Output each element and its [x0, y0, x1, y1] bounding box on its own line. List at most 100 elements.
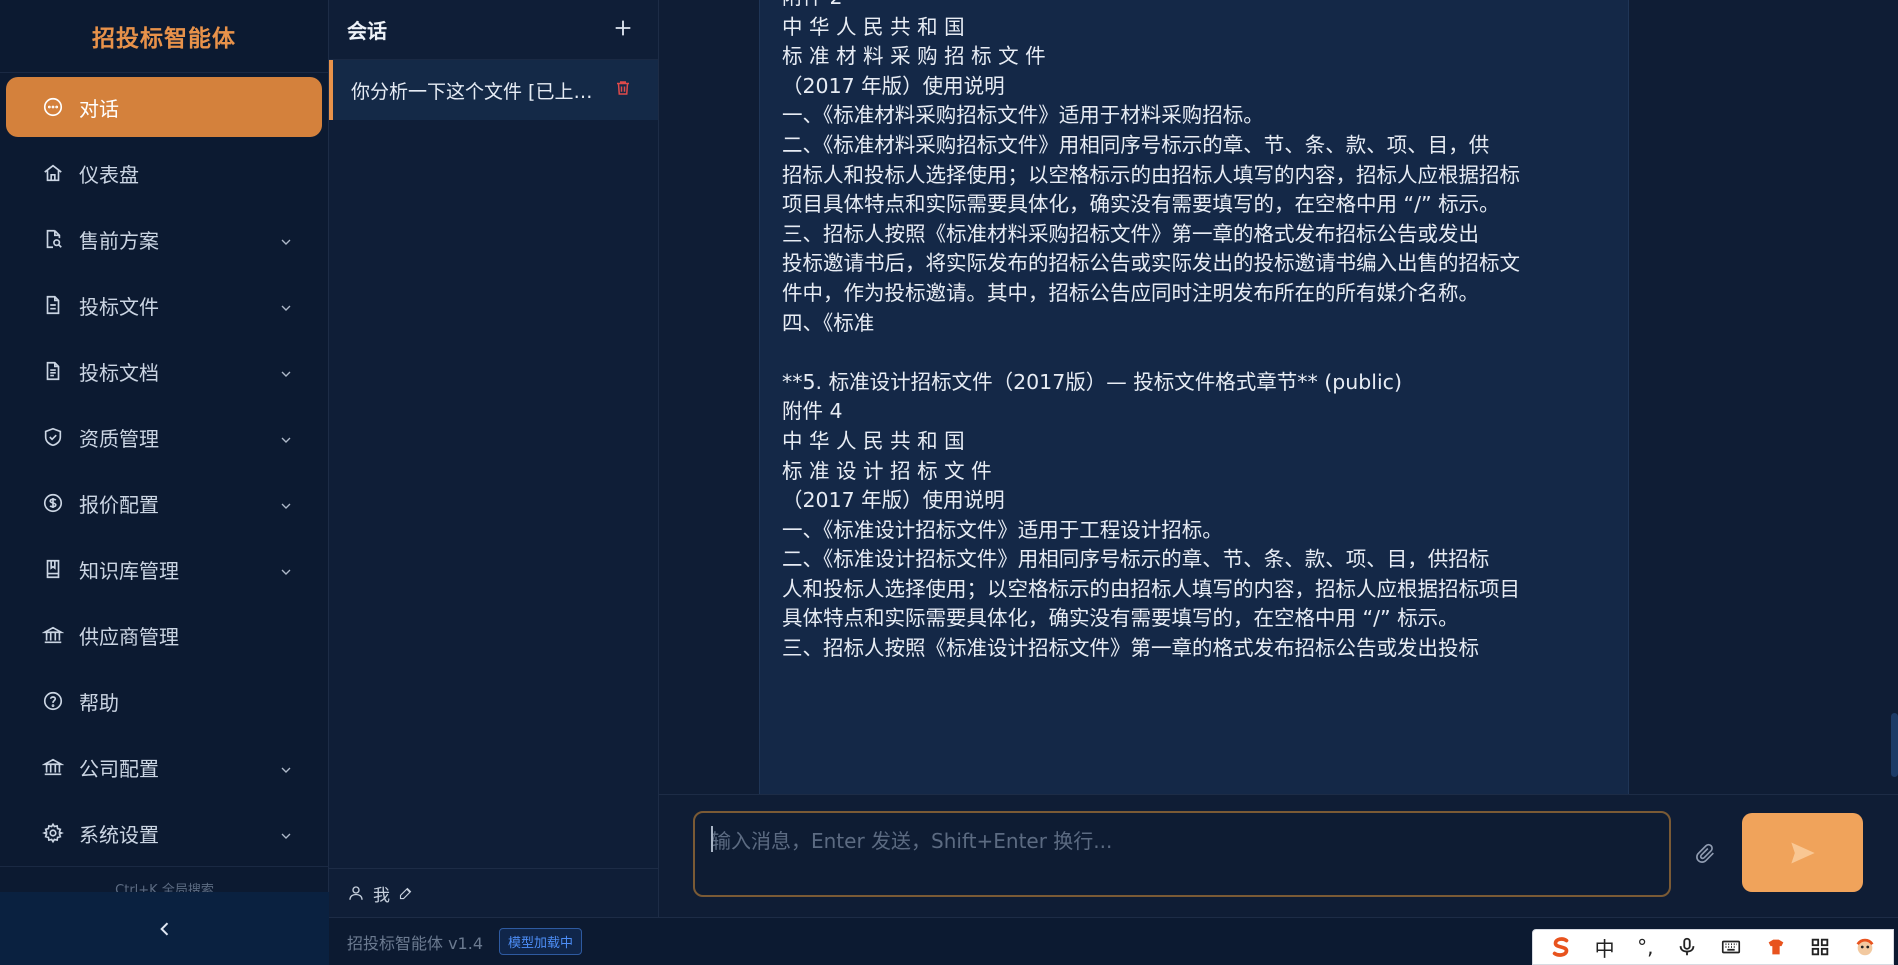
sidebar-item-9[interactable]: 帮助 [6, 671, 322, 731]
send-icon [1790, 842, 1815, 863]
send-button[interactable] [1742, 813, 1863, 892]
book-icon [41, 557, 65, 581]
chat-scrollbar[interactable] [1891, 713, 1898, 777]
plus-icon [615, 20, 631, 35]
skin-icon[interactable] [1765, 936, 1787, 958]
sidebar-item-label: 知识库管理 [79, 558, 179, 583]
edit-icon[interactable] [398, 886, 413, 901]
document-search-icon [41, 227, 65, 251]
brand-title: 招投标智能体 [0, 0, 328, 73]
message-line: 招标人和投标人选择使用；以空格标示的由招标人填写的内容，招标人应根据招标 [782, 162, 1520, 187]
conversation-panel: 会话 你分析一下这个文件 [已上传文件 我 [329, 0, 659, 917]
user-name: 我 [373, 885, 390, 906]
chat-icon [41, 95, 65, 119]
conversation-item[interactable]: 你分析一下这个文件 [已上传文件 [329, 60, 658, 120]
sidebar-nav: 对话仪表盘售前方案投标文件投标文档资质管理报价配置知识库管理供应商管理帮助公司配… [0, 73, 328, 863]
message-line: 二、《标准材料采购招标文件》用相同序号标示的章、节、条、款、项、目，供 [782, 132, 1490, 157]
message-line: 三、招标人按照《标准设计招标文件》第一章的格式发布招标公告或发出投标 [782, 636, 1479, 661]
shield-check-icon [41, 425, 65, 449]
paperclip-icon [1696, 843, 1714, 863]
sidebar-item-label: 报价配置 [79, 492, 159, 517]
message-line: 具体特点和实际需要具体化，确实没有需要填写的，在空格中用 “/” 标示。 [782, 606, 1459, 631]
chevron-down-icon [278, 231, 294, 247]
message-line: 一、《标准设计招标文件》适用于工程设计招标。 [782, 517, 1223, 542]
message-line: 件中，作为投标邀请。其中，招标公告应同时注明发布所在的所有媒介名称。 [782, 280, 1479, 305]
mascot-icon[interactable] [1854, 936, 1876, 958]
toolbox-grid-icon[interactable] [1809, 936, 1831, 958]
collapse-sidebar-button[interactable] [0, 892, 329, 965]
file-icon [41, 293, 65, 317]
bank-icon [41, 623, 65, 647]
chevron-down-icon [278, 495, 294, 511]
message-line [782, 335, 1582, 365]
message-input[interactable]: 输入消息，Enter 发送，Shift+Enter 换行... [693, 811, 1671, 897]
sidebar-item-5[interactable]: 资质管理 [6, 407, 322, 467]
microphone-icon[interactable] [1676, 936, 1698, 958]
delete-conversation-button[interactable] [614, 79, 632, 101]
sidebar-item-label: 对话 [79, 96, 119, 121]
message-line: 中 华 人 民 共 和 国 [782, 14, 965, 39]
attach-file-button[interactable] [1695, 843, 1719, 867]
chevron-down-icon [278, 363, 294, 379]
ime-mode-toggle[interactable]: 中 [1595, 933, 1615, 962]
trash-icon [617, 81, 629, 95]
user-profile[interactable]: 我 [329, 868, 659, 917]
message-line: 投标邀请书后，将实际发布的招标公告或实际发出的投标邀请书编入出售的招标文 [782, 251, 1520, 276]
sidebar-item-1[interactable]: 仪表盘 [6, 143, 322, 203]
model-status-badge: 模型加载中 [499, 928, 583, 955]
sidebar: 招投标智能体 对话仪表盘售前方案投标文件投标文档资质管理报价配置知识库管理供应商… [0, 0, 329, 965]
message-line: 附件 2 [782, 0, 1582, 10]
gear-icon [41, 821, 65, 845]
message-line: 标 准 设 计 招 标 文 件 [782, 458, 992, 483]
sidebar-item-11[interactable]: 系统设置 [6, 803, 322, 863]
message-line: **5. 标准设计招标文件（2017版）— 投标文件格式章节** (public… [782, 369, 1402, 394]
message-line: （2017 年版）使用说明 [782, 488, 1005, 513]
sidebar-item-label: 售前方案 [79, 228, 159, 253]
sidebar-item-2[interactable]: 售前方案 [6, 209, 322, 269]
new-conversation-button[interactable] [612, 17, 634, 43]
sogou-logo-icon[interactable] [1550, 936, 1572, 958]
sidebar-item-label: 帮助 [79, 690, 119, 715]
sidebar-item-label: 供应商管理 [79, 624, 179, 649]
sidebar-item-3[interactable]: 投标文件 [6, 275, 322, 335]
chevron-down-icon [278, 825, 294, 841]
chevron-down-icon [278, 297, 294, 313]
user-icon [349, 886, 363, 900]
app-version: 招投标智能体 v1.4 [347, 933, 484, 953]
ime-toolbar: 中 °, [1532, 929, 1894, 965]
sidebar-item-4[interactable]: 投标文档 [6, 341, 322, 401]
message-line: 三、招标人按照《标准材料采购招标文件》第一章的格式发布招标公告或发出 [782, 221, 1479, 246]
message-line: 附件 4 [782, 399, 843, 424]
chevron-down-icon [278, 429, 294, 445]
sidebar-item-label: 投标文档 [79, 360, 159, 385]
sidebar-item-label: 资质管理 [79, 426, 159, 451]
sidebar-item-label: 仪表盘 [79, 162, 139, 187]
message-line: 四、《标准 [782, 310, 875, 335]
sidebar-item-label: 投标文件 [79, 294, 159, 319]
message-line: 人和投标人选择使用；以空格标示的由招标人填写的内容，招标人应根据招标项目 [782, 576, 1520, 601]
ime-punctuation-toggle[interactable]: °, [1637, 935, 1653, 959]
message-line: 一、《标准材料采购招标文件》适用于材料采购招标。 [782, 103, 1264, 128]
sidebar-item-6[interactable]: 报价配置 [6, 473, 322, 533]
chat-main: 附件 2中 华 人 民 共 和 国标 准 材 料 采 购 招 标 文 件（201… [659, 0, 1898, 917]
message-line: 二、《标准设计招标文件》用相同序号标示的章、节、条、款、项、目，供招标 [782, 547, 1490, 572]
dollar-circle-icon [41, 491, 65, 515]
message-line: 中 华 人 民 共 和 国 [782, 428, 965, 453]
sidebar-item-label: 公司配置 [79, 756, 159, 781]
message-content: 附件 2中 华 人 民 共 和 国标 准 材 料 采 购 招 标 文 件（201… [782, 0, 1582, 661]
sidebar-item-0[interactable]: 对话 [6, 77, 322, 137]
sidebar-item-7[interactable]: 知识库管理 [6, 539, 322, 599]
home-icon [41, 161, 65, 185]
conversation-item-title: 你分析一下这个文件 [已上传文件 [351, 80, 601, 103]
chevron-left-icon [159, 921, 168, 936]
sidebar-item-8[interactable]: 供应商管理 [6, 605, 322, 665]
message-line: （2017 年版）使用说明 [782, 73, 1005, 98]
conversation-panel-header: 会话 [329, 0, 658, 60]
message-composer: 输入消息，Enter 发送，Shift+Enter 换行... [659, 794, 1898, 917]
keyboard-icon[interactable] [1720, 936, 1742, 958]
message-line: 标 准 材 料 采 购 招 标 文 件 [782, 44, 1046, 69]
global-search-hint[interactable]: Ctrl+K 全局搜索 [0, 866, 329, 892]
sidebar-item-label: 系统设置 [79, 822, 159, 847]
sidebar-item-10[interactable]: 公司配置 [6, 737, 322, 797]
file-text-icon [41, 359, 65, 383]
